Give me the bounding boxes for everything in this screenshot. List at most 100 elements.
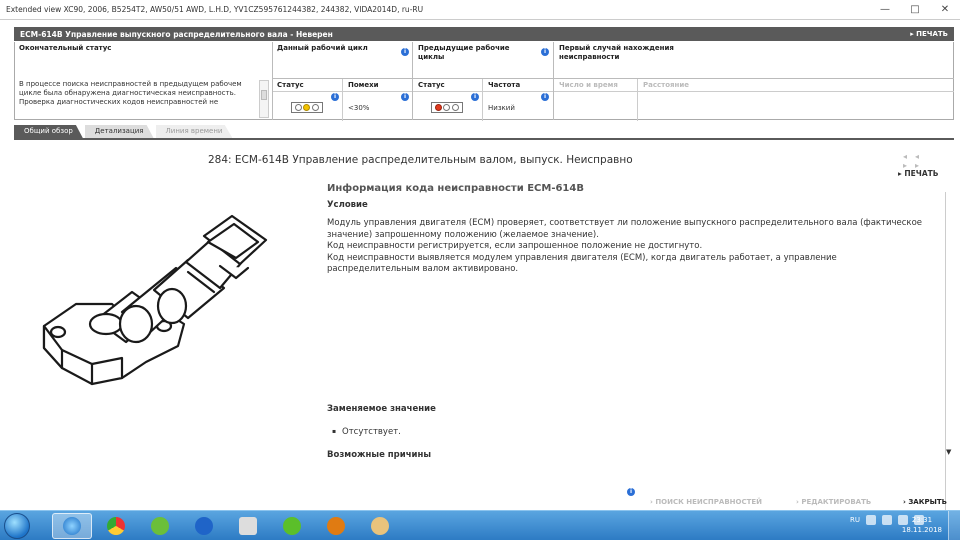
noise-cell: Помехи i <30% xyxy=(343,79,412,121)
window-controls: — □ ✕ xyxy=(870,0,960,18)
subrow-divider xyxy=(413,91,553,92)
tab-details[interactable]: Детализация xyxy=(84,125,154,138)
status-description: В процессе поиска неисправностей в преды… xyxy=(19,80,242,106)
maximize-button[interactable]: □ xyxy=(900,0,930,18)
lamp-icon xyxy=(312,104,320,111)
status-grid: Окончательный статус В процессе поиска н… xyxy=(14,42,954,121)
app-v-taskbar-icon[interactable] xyxy=(228,513,268,539)
help-icon[interactable] xyxy=(866,515,876,525)
description-scroll-thumb[interactable] xyxy=(261,90,267,100)
edit-button[interactable]: › РЕДАКТИРОВАТЬ xyxy=(796,498,871,506)
tab-overview[interactable]: Общий обзор xyxy=(14,125,83,138)
first-occurrence-header: Первый случай нахождения неисправности xyxy=(559,44,674,61)
current-cycle-column: Данный рабочий цикл i Статус i Помехи i … xyxy=(273,42,413,121)
minimize-button[interactable]: — xyxy=(870,0,900,18)
tab-underline xyxy=(14,138,954,140)
previous-cycles-subrow: Статус i Частота i Низкий xyxy=(413,78,553,121)
description-scrollbar[interactable] xyxy=(259,80,269,118)
previous-cycles-column: Предыдущие рабочие циклы i Статус i Част… xyxy=(413,42,554,121)
window-title: Extended view XC90, 2006, B5254T2, AW50/… xyxy=(6,5,424,14)
language-indicator[interactable]: RU xyxy=(850,516,860,524)
current-cycle-subrow: Статус i Помехи i <30% xyxy=(273,78,412,121)
flag-icon[interactable] xyxy=(882,515,892,525)
noise-value: <30% xyxy=(348,104,370,112)
final-status-column: Окончательный статус В процессе поиска н… xyxy=(15,42,273,120)
info-icon[interactable]: i xyxy=(331,93,339,101)
scroll-down-icon[interactable]: ▼ xyxy=(946,448,951,456)
utorrent-taskbar-icon[interactable] xyxy=(140,513,180,539)
first-occurrence-column: Первый случай нахождения неисправности Ч… xyxy=(554,42,954,121)
noise-label: Помехи xyxy=(348,81,379,89)
final-status-header: Окончательный статус xyxy=(19,44,112,52)
chrome-taskbar-icon[interactable] xyxy=(96,513,136,539)
lamp-icon xyxy=(452,104,460,111)
print-label: ПЕЧАТЬ xyxy=(904,169,939,178)
header-print-label: ПЕЧАТЬ xyxy=(916,30,948,38)
camshaft-solenoid-illustration xyxy=(42,214,268,386)
previous-status-lamps xyxy=(431,102,463,113)
previous-cycles-header: Предыдущие рабочие циклы xyxy=(418,44,510,61)
subrow-divider xyxy=(273,91,412,92)
current-status-label: Статус xyxy=(277,81,304,89)
previous-status-label: Статус xyxy=(418,81,445,89)
frequency-cell: Частота i Низкий xyxy=(483,79,553,121)
clock[interactable]: 23:31 18.11.2018 xyxy=(902,515,942,535)
close-button[interactable]: › ЗАКРЫТЬ xyxy=(903,498,947,506)
icq-taskbar-icon[interactable] xyxy=(272,513,312,539)
paint-taskbar-icon[interactable] xyxy=(360,513,400,539)
print-button[interactable]: ▸ ПЕЧАТЬ xyxy=(898,169,939,178)
frequency-value: Низкий xyxy=(488,104,515,112)
start-button[interactable] xyxy=(4,513,30,539)
bottom-action-bar: i › ПОИСК НЕИСПРАВНОСТЕЙ › РЕДАКТИРОВАТЬ… xyxy=(0,488,960,508)
first-occurrence-subrow: Число и время Расстояние xyxy=(554,78,954,121)
condition-heading: Условие xyxy=(327,200,368,210)
page-title: 284: ECM-614B Управление распределительн… xyxy=(208,154,633,166)
info-icon[interactable]: i xyxy=(401,93,409,101)
lamp-icon xyxy=(294,104,302,111)
header-print-button[interactable]: ▸ ПЕЧАТЬ xyxy=(910,30,948,38)
info-icon[interactable]: i xyxy=(401,48,409,56)
taskbar: RU 23:31 18.11.2018 xyxy=(0,510,960,540)
ie-taskbar-icon[interactable] xyxy=(52,513,92,539)
show-desktop-button[interactable] xyxy=(948,511,960,540)
dtc-title: ECM-614B Управление выпускного распредел… xyxy=(20,29,333,39)
search-faults-button[interactable]: › ПОИСК НЕИСПРАВНОСТЕЙ xyxy=(650,498,762,506)
date-time-cell: Число и время xyxy=(554,79,638,121)
replaced-value-item: Отсутствует. xyxy=(332,427,401,437)
info-icon[interactable]: i xyxy=(471,93,479,101)
window-titlebar: Extended view XC90, 2006, B5254T2, AW50/… xyxy=(0,0,960,20)
possible-causes-heading: Возможные причины xyxy=(327,450,432,460)
frequency-label: Частота xyxy=(488,81,521,89)
close-label: ЗАКРЫТЬ xyxy=(908,498,947,506)
current-status-cell: Статус i xyxy=(273,79,343,121)
info-icon[interactable]: i xyxy=(627,488,635,496)
media-taskbar-icon[interactable] xyxy=(316,513,356,539)
content-scrollbar[interactable]: ▼ xyxy=(944,148,956,532)
current-cycle-header: Данный рабочий цикл xyxy=(277,44,368,52)
subrow-divider xyxy=(554,91,954,92)
tab-timeline[interactable]: Линия времени xyxy=(155,125,233,138)
distance-cell: Расстояние xyxy=(638,79,954,121)
condition-paragraph: Модуль управления двигателя (ECM) провер… xyxy=(327,218,922,240)
clock-date: 18.11.2018 xyxy=(901,526,942,534)
clock-time: 23:31 xyxy=(911,516,933,524)
lamp-yellow-icon xyxy=(303,104,311,111)
section-title: Информация кода неисправности ECM-614B xyxy=(327,183,584,194)
dtc-header: ECM-614B Управление выпускного распредел… xyxy=(14,27,954,41)
condition-paragraph: Код неисправности регистрируется, если з… xyxy=(327,241,703,251)
date-time-label: Число и время xyxy=(559,81,618,89)
lamp-red-icon xyxy=(434,104,442,111)
distance-label: Расстояние xyxy=(643,81,690,89)
info-icon[interactable]: i xyxy=(541,48,549,56)
replaced-value-heading: Заменяемое значение xyxy=(327,404,436,414)
view-tabs: Общий обзор Детализация Линия времени xyxy=(14,125,234,138)
close-window-button[interactable]: ✕ xyxy=(930,0,960,18)
scroll-track[interactable] xyxy=(945,192,955,532)
lightning-taskbar-icon[interactable] xyxy=(184,513,224,539)
info-icon[interactable]: i xyxy=(541,93,549,101)
edit-label: РЕДАКТИРОВАТЬ xyxy=(801,498,872,506)
search-faults-label: ПОИСК НЕИСПРАВНОСТЕЙ xyxy=(655,498,763,506)
previous-status-cell: Статус i xyxy=(413,79,483,121)
current-status-lamps xyxy=(291,102,323,113)
condition-text: Модуль управления двигателя (ECM) провер… xyxy=(327,218,927,276)
